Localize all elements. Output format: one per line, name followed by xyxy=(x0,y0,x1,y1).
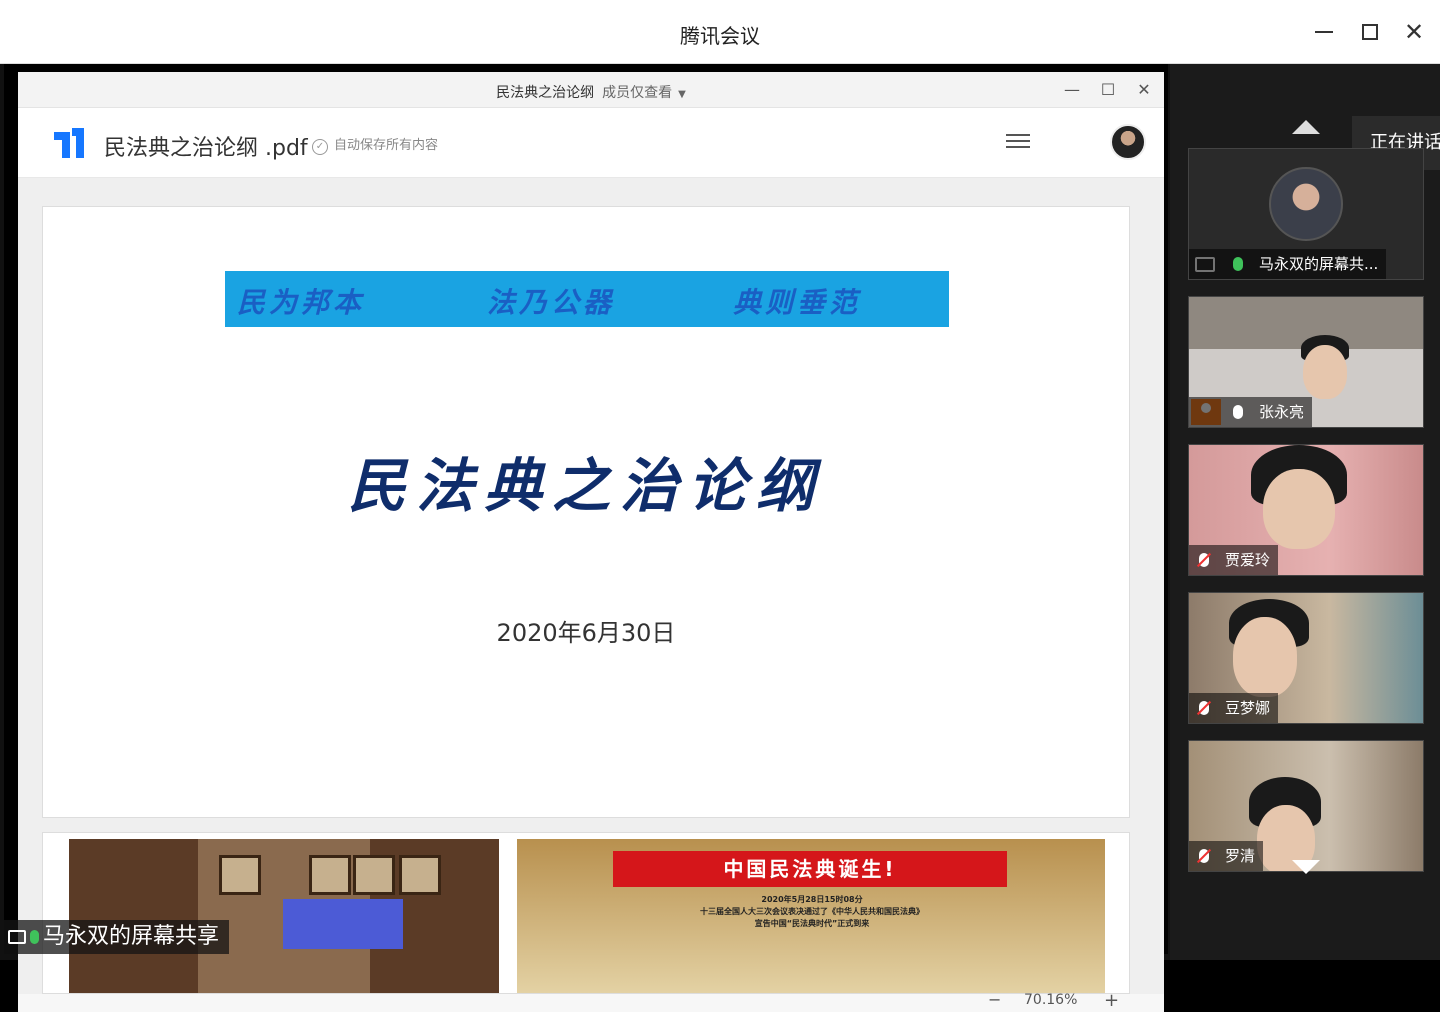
participant-gallery: 正在讲话 马永双的屏幕共... 张永亮 贾爱玲 豆梦娜 罗清 xyxy=(1170,64,1440,960)
shared-app-window: 民法典之治论纲 成员仅查看 ▼ — ☐ ✕ 民法典之治论纲 .pdf ✓ 自动保存所有… xyxy=(18,72,1164,1012)
participant-tile[interactable]: 马永双的屏幕共... xyxy=(1188,148,1424,280)
maximize-icon xyxy=(1362,24,1378,40)
participant-name-bar: 贾爱玲 xyxy=(1189,545,1279,575)
mic-icon xyxy=(1233,257,1243,271)
document-date: 2020年6月30日 xyxy=(496,619,676,647)
page-poster: 中国民法典诞生! 2020年5月28日15时08分 十三届全国人大三次会议表决通… xyxy=(517,839,1105,993)
maximize-icon: ☐ xyxy=(1100,80,1116,99)
zoom-out-button[interactable]: − xyxy=(988,990,1001,1009)
scroll-up-button[interactable] xyxy=(1292,120,1320,134)
window-titlebar: 腾讯会议 ✕ xyxy=(0,0,1440,64)
shared-minimize-button[interactable]: — xyxy=(1062,80,1082,100)
participant-tile[interactable]: 罗清 xyxy=(1188,740,1424,872)
shared-window-titlebar: 民法典之治论纲 成员仅查看 ▼ — ☐ ✕ xyxy=(18,72,1164,108)
shared-close-button[interactable]: ✕ xyxy=(1134,80,1154,100)
check-circle-icon: ✓ xyxy=(312,139,328,155)
menu-icon[interactable] xyxy=(1006,130,1030,154)
close-icon: ✕ xyxy=(1137,80,1151,99)
shared-window-title: 民法典之治论纲 xyxy=(496,85,595,101)
pdf-page-2: 中国民法典诞生! 2020年5月28日15时08分 十三届全国人大三次会议表决通… xyxy=(42,832,1130,994)
poster-ribbon: 中国民法典诞生! xyxy=(613,851,1007,887)
avatar[interactable] xyxy=(1110,124,1146,160)
minimize-icon xyxy=(1315,31,1333,33)
window-title: 腾讯会议 xyxy=(680,24,760,48)
zoom-bar: − 70.16% + xyxy=(18,990,1164,1012)
close-icon: ✕ xyxy=(1403,18,1425,46)
participant-name-bar: 罗清 xyxy=(1189,841,1264,871)
motto-banner: 民为邦本 法乃公器 典则垂范 xyxy=(225,271,949,327)
mic-off-icon xyxy=(1199,849,1209,863)
pdf-app-toolbar: 民法典之治论纲 .pdf ✓ 自动保存所有内容 xyxy=(18,108,1164,178)
participant-name-bar: 张永亮 xyxy=(1189,397,1313,427)
mic-off-icon xyxy=(1199,553,1209,567)
poster-caption: 2020年5月28日15时08分 十三届全国人大三次会议表决通过了《中华人民共和… xyxy=(700,895,924,928)
zoom-level: 70.16% xyxy=(1024,992,1078,1008)
participant-tile[interactable]: 贾爱玲 xyxy=(1188,444,1424,576)
participant-tile[interactable]: 豆梦娜 xyxy=(1188,592,1424,724)
document-title: 民法典之治论纲 xyxy=(347,452,824,520)
participant-name-bar: 马永双的屏幕共... xyxy=(1189,249,1387,279)
meeting-app: 腾讯会议 ✕ 民法典之治论纲 成员仅查看 ▼ — ☐ ✕ 民法典之治论纲 .pdf … xyxy=(0,0,1440,1012)
participant-name-bar: 豆梦娜 xyxy=(1189,693,1279,723)
close-button[interactable]: ✕ xyxy=(1400,18,1428,46)
permission-dropdown[interactable]: 成员仅查看 xyxy=(602,85,672,101)
maximize-button[interactable] xyxy=(1356,18,1384,46)
app-logo-icon xyxy=(54,128,84,158)
zoom-in-button[interactable]: + xyxy=(1104,990,1119,1011)
shared-maximize-button[interactable]: ☐ xyxy=(1098,80,1118,100)
pdf-page-1: 民为邦本 法乃公器 典则垂范 民法典之治论纲 2020年6月30日 xyxy=(42,206,1130,818)
document-viewer[interactable]: 民为邦本 法乃公器 典则垂范 民法典之治论纲 2020年6月30日 中国民法典诞… xyxy=(18,178,1164,994)
mic-icon xyxy=(30,930,39,944)
file-name: 民法典之治论纲 .pdf xyxy=(104,136,308,161)
minimize-button[interactable] xyxy=(1310,18,1338,46)
motto-text: 典则垂范 xyxy=(733,286,862,319)
page-photo xyxy=(69,839,499,993)
scroll-down-button[interactable] xyxy=(1292,860,1320,874)
autosave-status: ✓ 自动保存所有内容 xyxy=(312,134,438,155)
motto-text: 法乃公器 xyxy=(487,286,616,319)
screen-share-icon xyxy=(8,930,26,944)
minimize-icon: — xyxy=(1064,80,1080,99)
participant-tile[interactable]: 张永亮 xyxy=(1188,296,1424,428)
mic-off-icon xyxy=(1199,701,1209,715)
mic-icon xyxy=(1233,405,1243,419)
motto-text: 民为邦本 xyxy=(237,286,366,319)
avatar xyxy=(1269,167,1343,241)
shared-screen: 民法典之治论纲 成员仅查看 ▼ — ☐ ✕ 民法典之治论纲 .pdf ✓ 自动保存所有… xyxy=(4,64,1168,1012)
chevron-down-icon[interactable]: ▼ xyxy=(678,89,686,100)
screen-share-label: 马永双的屏幕共享 xyxy=(4,920,230,954)
